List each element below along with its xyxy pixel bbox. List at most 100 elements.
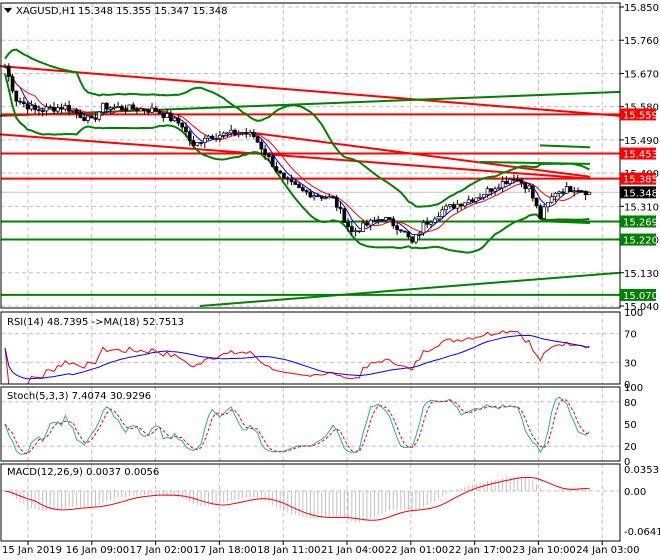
candle-body [542, 206, 546, 219]
candle-body [86, 115, 90, 121]
candle-body [561, 191, 565, 194]
candle-body [564, 186, 569, 194]
candle-body [410, 236, 415, 243]
stoch-main-line [4, 396, 590, 455]
rsi-line [4, 329, 590, 385]
candle-body [470, 199, 475, 202]
macd-tick: -0.0641 [624, 527, 660, 538]
ohlc-values: 15.348 15.355 15.347 15.348 [78, 6, 228, 17]
stoch-tick: 80 [624, 398, 637, 409]
candle-body [297, 184, 301, 188]
candle-body [368, 219, 373, 226]
candle-body [101, 102, 105, 113]
candle-body [436, 216, 441, 220]
candle-body [161, 113, 166, 119]
candle-body [199, 142, 203, 144]
candle-body [414, 234, 418, 243]
level-label: 15.348 [623, 188, 658, 199]
candle-body [500, 181, 505, 189]
candle-body [534, 197, 539, 207]
candle-body [180, 122, 185, 128]
level-label: 15.385 [623, 175, 658, 186]
time-label: 17 Jan 02:00 [130, 545, 193, 556]
ma-fast [4, 65, 590, 237]
candle-body [138, 108, 143, 112]
macd-tick: 0.00 [624, 487, 646, 498]
time-label: 18 Jan 11:00 [257, 545, 320, 556]
macd-tick: 0.0353 [624, 465, 659, 476]
stoch-tick: 20 [624, 442, 637, 453]
candle-body [93, 117, 98, 120]
candle-body [71, 110, 75, 112]
candle-body [572, 190, 577, 193]
candle-body [417, 232, 422, 235]
level-label: 15.453 [623, 150, 658, 161]
candle-body [346, 222, 350, 227]
collapse-triangle-icon[interactable] [4, 8, 12, 13]
candle-body [538, 205, 543, 219]
chart-window[interactable]: 15 Jan 2019 16 Jan 09:00 17 Jan 02:00 17 Ja… [0, 0, 660, 560]
candle-body [380, 219, 384, 221]
candle-body [112, 106, 117, 109]
candle-body [240, 132, 245, 134]
candle-body [195, 142, 200, 146]
candle-body [82, 117, 87, 121]
level-label: 15.269 [623, 217, 658, 228]
candle-body [451, 204, 456, 209]
candle-body [523, 182, 528, 190]
candle-body [512, 179, 516, 181]
candle-body [440, 209, 445, 217]
price-tick-label: 15.850 [624, 3, 659, 14]
candle-body [553, 192, 558, 198]
candle-body [474, 197, 479, 202]
stoch-signal-line [4, 398, 590, 455]
candle-body [316, 195, 320, 197]
candle-body [33, 104, 38, 111]
candle-body [383, 217, 388, 221]
candle-body [104, 102, 109, 110]
candle-body [251, 132, 256, 137]
candle-body [515, 179, 520, 182]
candle-body [221, 132, 226, 136]
candle-body [395, 225, 399, 231]
candle-body [391, 218, 396, 227]
candle-body [549, 196, 554, 203]
price-tick-label: 15.760 [624, 36, 659, 47]
candle-body [150, 107, 154, 113]
candle-body [478, 196, 482, 199]
candle-body [233, 129, 237, 135]
candle-body [372, 219, 377, 222]
candle-body [29, 104, 34, 110]
indicator-panels [4, 329, 590, 523]
candle-body [146, 110, 151, 113]
price-tick-label: 15.670 [624, 69, 659, 80]
time-label: 22 Jan 01:00 [385, 545, 448, 556]
trendline [539, 144, 591, 149]
candle-body [527, 185, 531, 190]
candle-body [421, 221, 426, 234]
candle-body [387, 217, 392, 220]
candle-body [44, 106, 49, 112]
rsi-tick: 30 [624, 358, 637, 369]
candle-body [214, 138, 218, 140]
chart-canvas[interactable]: 15 Jan 2019 16 Jan 09:00 17 Jan 02:00 17 Ja… [0, 0, 660, 560]
trendline [199, 271, 621, 307]
price-chart [0, 48, 621, 307]
macd-label: MACD(12,26,9) 0.0037 0.0056 [7, 467, 159, 478]
stoch-tick: 50 [624, 420, 637, 431]
candle-body [236, 132, 241, 135]
candle-body [248, 132, 252, 135]
candle-body [444, 205, 448, 211]
candle-body [10, 76, 15, 92]
candle-body [153, 107, 158, 112]
candle-body [59, 107, 64, 110]
rsi-label: RSI(14) 48.7395 ->MA(18) 52.7513 [7, 317, 184, 328]
candle-body [169, 113, 173, 122]
candle-body [116, 106, 120, 108]
candle-body [108, 107, 113, 110]
candle-body [459, 203, 464, 207]
price-tick-label: 15.490 [624, 136, 659, 147]
candle-body [97, 111, 102, 120]
candle-body [282, 172, 286, 179]
candle-body [576, 190, 580, 193]
